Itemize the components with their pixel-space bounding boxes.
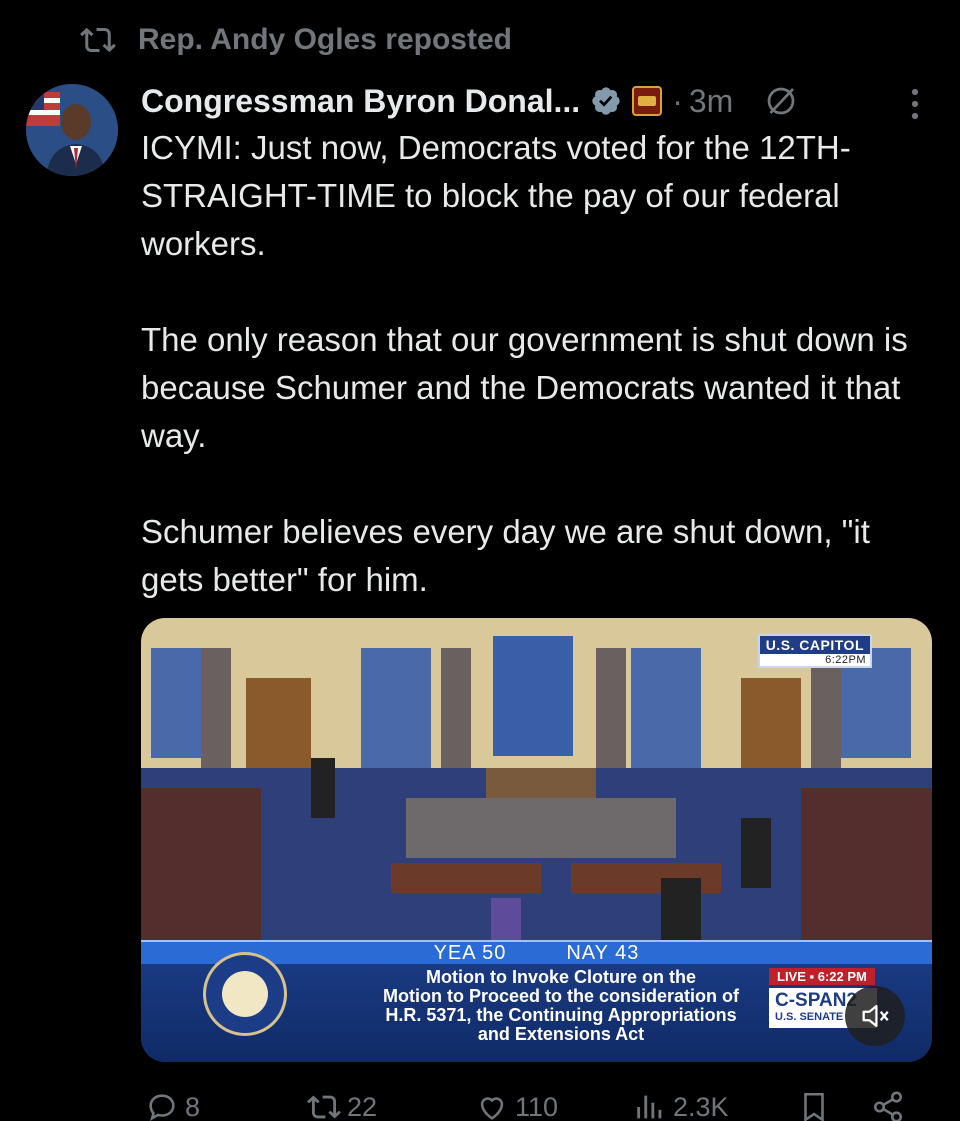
repost-text[interactable]: Rep. Andy Ogles reposted <box>138 23 512 57</box>
capitol-location-tag: U.S. CAPITOL 6:22PM <box>757 634 872 668</box>
header-separator: · <box>672 82 683 119</box>
grok-icon[interactable] <box>763 83 799 119</box>
motion-caption: Motion to Invoke Cloture on the Motion t… <box>341 968 781 1044</box>
motion-line: H.R. 5371, the Continuing Appropriations <box>385 1005 737 1025</box>
tweet-paragraph: ICYMI: Just now, Democrats voted for the… <box>141 129 851 262</box>
motion-line: and Extensions Act <box>477 1024 645 1044</box>
senate-seal-icon <box>203 952 287 1036</box>
vote-yea: YEA 50 <box>433 941 507 964</box>
post-timestamp[interactable]: 3m <box>689 83 733 120</box>
reply-icon <box>149 1094 175 1121</box>
like-count: 110 <box>515 1091 559 1121</box>
mute-button[interactable] <box>845 986 905 1046</box>
tweet-paragraph: The only reason that our government is s… <box>141 321 908 454</box>
verified-badge-icon[interactable] <box>590 85 622 117</box>
more-options-icon[interactable] <box>900 86 930 122</box>
reply-button[interactable]: 8 <box>145 1090 200 1121</box>
live-badge: LIVE ▪ 6:22 PM <box>769 968 875 985</box>
repost-indicator: Rep. Andy Ogles reposted <box>80 20 512 60</box>
repost-icon <box>80 27 116 53</box>
repost-button[interactable]: 22 <box>307 1090 377 1121</box>
bookmark-button[interactable] <box>797 1090 831 1121</box>
capitol-tag-label: U.S. CAPITOL <box>765 637 864 653</box>
views-count: 2.3K <box>673 1091 729 1121</box>
views-chart-icon <box>637 1095 662 1119</box>
share-icon <box>873 1091 903 1121</box>
speaker-muted-icon <box>862 1004 889 1028</box>
avatar[interactable] <box>26 84 118 176</box>
repost-icon <box>307 1095 341 1119</box>
tweet-actions: 8 22 110 2.3K <box>141 1084 931 1121</box>
tweet-paragraph: Schumer believes every day we are shut d… <box>141 513 870 598</box>
video-player[interactable]: U.S. CAPITOL 6:22PM YEA 50 NAY 43 Motion… <box>141 618 932 1062</box>
views-button[interactable]: 2.3K <box>633 1090 729 1121</box>
share-button[interactable] <box>871 1090 905 1121</box>
motion-line: Motion to Invoke Cloture on the <box>426 967 696 987</box>
repost-count: 22 <box>347 1091 378 1121</box>
bookmark-icon <box>804 1092 824 1121</box>
tweet-header: Congressman Byron Donal... · 3m <box>141 78 941 124</box>
capitol-tag-time: 6:22PM <box>759 654 870 666</box>
tweet-text: ICYMI: Just now, Democrats voted for the… <box>141 124 931 604</box>
like-button[interactable]: 110 <box>475 1090 558 1121</box>
reply-count: 8 <box>185 1091 201 1121</box>
motion-line: Motion to Proceed to the consideration o… <box>382 986 739 1006</box>
heart-icon <box>480 1097 504 1120</box>
author-name[interactable]: Congressman Byron Donal... <box>141 83 580 120</box>
affiliation-badge-icon[interactable] <box>632 86 663 116</box>
vote-nay: NAY 43 <box>566 941 640 964</box>
